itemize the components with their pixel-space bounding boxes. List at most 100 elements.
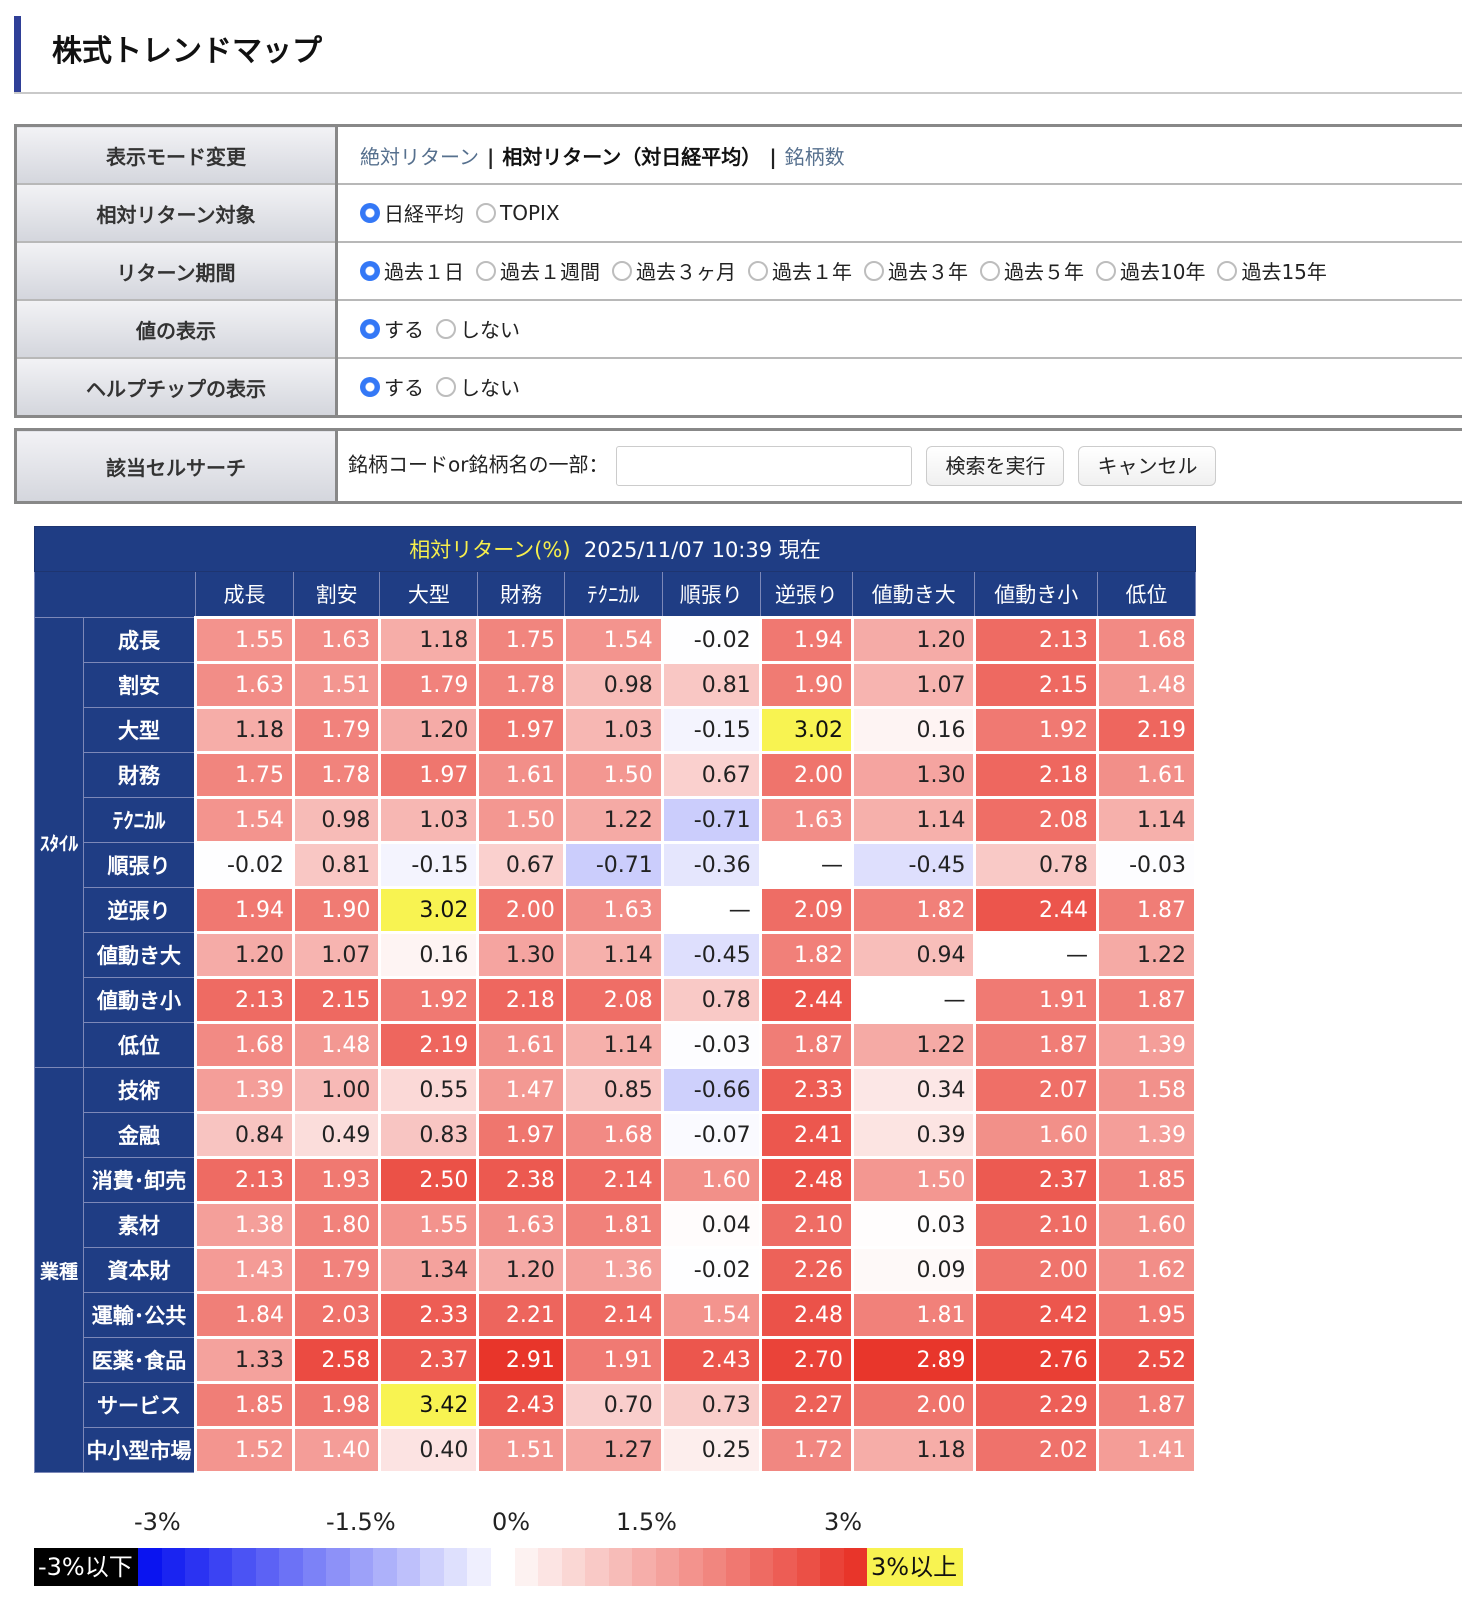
heatmap-cell[interactable]: — [973,931,1099,979]
heatmap-cell[interactable]: -0.45 [850,841,977,889]
heatmap-cell[interactable]: -0.07 [660,1111,762,1159]
heatmap-cell[interactable]: 2.14 [562,1291,664,1339]
heatmap-cell[interactable]: 1.07 [850,661,977,709]
heatmap-cell[interactable]: 1.52 [194,1426,295,1474]
heatmap-cell[interactable]: 0.78 [660,976,762,1024]
heatmap-cell[interactable]: 1.91 [973,976,1099,1024]
heatmap-cell[interactable]: 3.42 [378,1381,480,1429]
heatmap-cell[interactable]: 3.02 [758,706,854,754]
heatmap-cell[interactable]: 1.97 [476,706,566,754]
heatmap-cell[interactable]: 1.84 [194,1291,295,1339]
heatmap-cell[interactable]: 1.03 [562,706,664,754]
heatmap-cell[interactable]: 2.33 [378,1291,480,1339]
values-radio[interactable] [360,318,380,339]
heatmap-cell[interactable]: 2.09 [758,886,854,934]
heatmap-cell[interactable]: 1.39 [194,1066,295,1114]
heatmap-cell[interactable]: 1.22 [1096,931,1197,979]
heatmap-cell[interactable]: 2.41 [758,1111,854,1159]
heatmap-cell[interactable]: 0.81 [291,841,382,889]
heatmap-cell[interactable]: 2.08 [973,796,1099,844]
heatmap-cell[interactable]: 1.54 [660,1291,762,1339]
heatmap-cell[interactable]: 1.85 [1096,1156,1197,1204]
period-option[interactable]: 過去１週間 [476,256,600,285]
heatmap-cell[interactable]: 2.13 [194,1156,295,1204]
heatmap-cell[interactable]: 1.27 [562,1426,664,1474]
period-radio[interactable] [980,260,1000,281]
heatmap-cell[interactable]: 2.89 [850,1336,977,1384]
heatmap-cell[interactable]: 2.10 [758,1201,854,1249]
heatmap-cell[interactable]: 2.10 [973,1201,1099,1249]
heatmap-cell[interactable]: 1.55 [194,616,295,664]
period-radio[interactable] [476,260,496,281]
heatmap-cell[interactable]: 2.43 [660,1336,762,1384]
heatmap-cell[interactable]: 0.78 [973,841,1099,889]
heatmap-cell[interactable]: 1.61 [476,1021,566,1069]
heatmap-cell[interactable]: 2.15 [973,661,1099,709]
target-option[interactable]: TOPIX [476,201,560,225]
heatmap-cell[interactable]: 2.00 [758,751,854,799]
heatmap-cell[interactable]: 1.54 [562,616,664,664]
heatmap-cell[interactable]: 1.07 [291,931,382,979]
heatmap-cell[interactable]: 1.30 [476,931,566,979]
heatmap-cell[interactable]: 2.29 [973,1381,1099,1429]
heatmap-cell[interactable]: 1.90 [291,886,382,934]
heatmap-cell[interactable]: 0.55 [378,1066,480,1114]
heatmap-cell[interactable]: 1.87 [758,1021,854,1069]
period-option[interactable]: 過去３ヶ月 [612,256,736,285]
heatmap-cell[interactable]: 1.40 [291,1426,382,1474]
heatmap-cell[interactable]: 2.13 [973,616,1099,664]
heatmap-cell[interactable]: 2.26 [758,1246,854,1294]
heatmap-cell[interactable]: 1.90 [758,661,854,709]
tooltip-radio[interactable] [360,376,380,397]
heatmap-cell[interactable]: 1.87 [1096,886,1197,934]
heatmap-cell[interactable]: 1.87 [973,1021,1099,1069]
heatmap-cell[interactable]: — [660,886,762,934]
target-radio[interactable] [360,202,380,223]
heatmap-cell[interactable]: 1.14 [562,931,664,979]
heatmap-cell[interactable]: 2.02 [973,1426,1099,1474]
heatmap-cell[interactable]: 2.27 [758,1381,854,1429]
heatmap-cell[interactable]: 2.91 [476,1336,566,1384]
heatmap-cell[interactable]: 2.52 [1096,1336,1197,1384]
heatmap-cell[interactable]: 2.07 [973,1066,1099,1114]
heatmap-cell[interactable]: 1.34 [378,1246,480,1294]
heatmap-cell[interactable]: 1.43 [194,1246,295,1294]
heatmap-cell[interactable]: 1.78 [291,751,382,799]
heatmap-cell[interactable]: 2.76 [973,1336,1099,1384]
heatmap-cell[interactable]: 1.63 [758,796,854,844]
heatmap-cell[interactable]: 1.18 [850,1426,977,1474]
search-input[interactable] [616,446,913,486]
heatmap-cell[interactable]: -0.03 [660,1021,762,1069]
heatmap-cell[interactable]: 1.91 [562,1336,664,1384]
heatmap-cell[interactable]: 2.44 [973,886,1099,934]
heatmap-cell[interactable]: 2.44 [758,976,854,1024]
tooltip-option[interactable]: する [360,372,424,401]
period-option[interactable]: 過去１年 [748,256,852,285]
values-option[interactable]: する [360,314,424,343]
tooltip-option[interactable]: しない [436,372,520,401]
heatmap-cell[interactable]: 2.15 [291,976,382,1024]
heatmap-cell[interactable]: 2.18 [973,751,1099,799]
heatmap-cell[interactable]: 1.79 [291,706,382,754]
heatmap-cell[interactable]: 1.00 [291,1066,382,1114]
heatmap-cell[interactable]: 1.20 [378,706,480,754]
heatmap-cell[interactable]: 1.48 [291,1021,382,1069]
heatmap-cell[interactable]: 1.79 [378,661,480,709]
heatmap-cell[interactable]: 1.48 [1096,661,1197,709]
period-radio[interactable] [612,260,632,281]
heatmap-cell[interactable]: 1.61 [1096,751,1197,799]
heatmap-cell[interactable]: 1.97 [476,1111,566,1159]
heatmap-cell[interactable]: 1.50 [476,796,566,844]
heatmap-cell[interactable]: -0.66 [660,1066,762,1114]
heatmap-cell[interactable]: 2.03 [291,1291,382,1339]
heatmap-cell[interactable]: 1.92 [378,976,480,1024]
heatmap-cell[interactable]: 0.98 [562,661,664,709]
heatmap-cell[interactable]: 2.48 [758,1156,854,1204]
heatmap-cell[interactable]: 2.00 [850,1381,977,1429]
heatmap-cell[interactable]: 0.34 [850,1066,977,1114]
heatmap-cell[interactable]: 1.62 [1096,1246,1197,1294]
heatmap-cell[interactable]: 1.18 [194,706,295,754]
heatmap-cell[interactable]: 0.67 [476,841,566,889]
heatmap-cell[interactable]: 1.14 [1096,796,1197,844]
heatmap-cell[interactable]: 1.14 [850,796,977,844]
